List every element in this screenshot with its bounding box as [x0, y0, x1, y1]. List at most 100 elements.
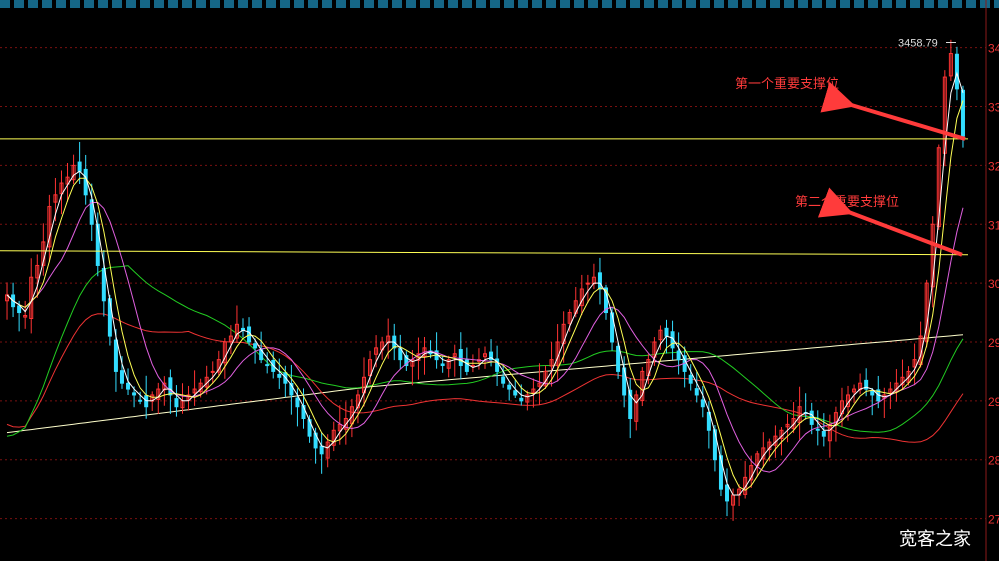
candle-body — [725, 484, 730, 502]
candle — [234, 305, 239, 343]
candle-body — [585, 282, 590, 285]
candle-body — [113, 339, 118, 372]
candle-body — [253, 343, 258, 349]
y-tick-label: 29 — [988, 336, 999, 350]
candle-body — [77, 161, 82, 172]
candle — [186, 385, 191, 411]
candle-body — [513, 390, 518, 396]
candle — [446, 355, 451, 378]
candle — [464, 347, 469, 376]
candle — [700, 386, 705, 418]
candle-body — [815, 428, 820, 431]
candle — [398, 334, 403, 370]
candle — [537, 363, 542, 405]
candle — [483, 346, 487, 369]
candle-body — [507, 384, 512, 390]
candle-body — [168, 377, 173, 396]
candle — [47, 194, 52, 263]
candle — [900, 359, 905, 390]
candle-body — [694, 388, 699, 396]
candle — [761, 432, 766, 468]
candle — [29, 258, 34, 334]
candle-body — [277, 373, 282, 378]
candle — [71, 154, 76, 184]
candle — [210, 361, 215, 384]
annotation-first-support: 第一个重要支撑位 — [735, 76, 839, 92]
candle-body — [688, 374, 693, 384]
candle-body — [519, 397, 524, 402]
candle — [924, 279, 929, 348]
y-tick-label: 33 — [988, 101, 999, 115]
y-tick-label: 30 — [988, 277, 999, 291]
ma120-path — [6, 313, 964, 443]
candle — [555, 324, 560, 382]
candle-body — [319, 445, 324, 455]
candle — [180, 383, 185, 414]
candle — [5, 282, 10, 320]
candle — [543, 365, 548, 389]
candle — [785, 413, 790, 443]
candle — [827, 414, 832, 458]
candle-body — [138, 399, 143, 402]
candle-body — [295, 397, 300, 408]
y-tick-label: 29 — [988, 395, 999, 409]
candle — [240, 318, 245, 338]
candle — [676, 332, 681, 375]
candle — [948, 39, 953, 81]
kline-chart: 第一个重要支撑位第二个重要支撑位 3458.79 34 33 32 31 30 29 29 28… — [0, 0, 999, 561]
y-tick-label: 27 — [988, 513, 999, 527]
candle-body — [664, 327, 669, 337]
ma120-line — [6, 313, 964, 443]
candle — [797, 386, 802, 440]
watermark-text: 宽客之家 — [899, 529, 971, 550]
annotations: 第一个重要支撑位第二个重要支撑位 3458.79 — [735, 37, 966, 257]
annotation-second-support: 第二个重要支撑位 — [795, 194, 899, 210]
candle — [628, 378, 633, 439]
candle-body — [597, 272, 602, 290]
ma5-line — [6, 71, 964, 496]
candle-body — [464, 359, 469, 372]
candle-body — [821, 430, 826, 437]
candle — [228, 325, 233, 355]
candle-body — [265, 364, 270, 367]
candle — [858, 373, 863, 395]
y-tick-label: 31 — [988, 218, 999, 232]
candle — [23, 300, 28, 329]
candle-body — [616, 345, 621, 372]
candle — [507, 382, 512, 401]
ma10-line — [6, 100, 964, 491]
candle-body — [954, 53, 959, 90]
candle-body — [126, 382, 131, 390]
candle — [930, 216, 935, 308]
candle — [77, 141, 82, 185]
candle — [640, 367, 645, 407]
candle — [41, 223, 46, 276]
candle — [247, 317, 252, 346]
ma20-line — [6, 202, 964, 473]
candle-body — [119, 370, 124, 384]
candle — [422, 336, 427, 375]
y-tick-label: 28 — [988, 454, 999, 468]
candle — [174, 385, 179, 417]
candle — [361, 357, 366, 407]
candle-body — [174, 398, 179, 408]
candle — [591, 263, 596, 290]
candle — [156, 382, 161, 414]
candle — [912, 343, 917, 386]
candle-body — [960, 89, 965, 137]
candle — [682, 346, 687, 388]
ma5-path — [6, 71, 964, 496]
candle-group — [5, 39, 965, 521]
candle — [634, 390, 639, 431]
candle — [476, 348, 481, 370]
candle-body — [101, 268, 106, 302]
candle-body — [501, 376, 506, 384]
candle — [404, 351, 409, 371]
support-line-second — [0, 250, 969, 256]
candle — [525, 390, 530, 411]
candle-body — [458, 349, 463, 367]
candle — [725, 468, 730, 517]
price-axis: 34333231302929282726 — [985, 0, 999, 561]
y-tick-label: 32 — [988, 159, 999, 173]
ma10-path — [6, 100, 964, 491]
